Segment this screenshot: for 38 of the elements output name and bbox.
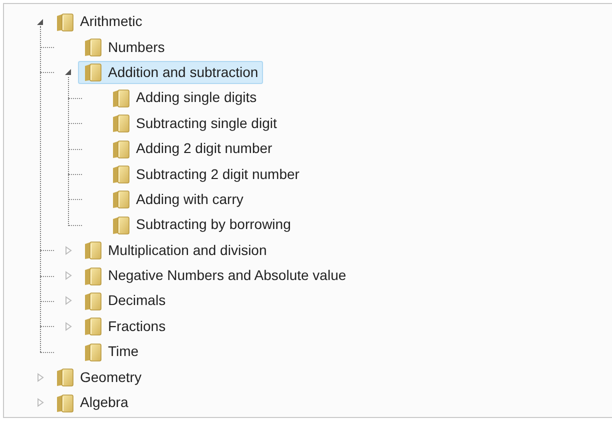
folder-icon	[111, 214, 131, 235]
folder-icon	[83, 240, 103, 260]
tree-item[interactable]: Negative Numbers and Absolute value	[78, 264, 352, 288]
folder-icon	[83, 342, 103, 362]
expand-icon[interactable]	[64, 296, 72, 306]
expand-icon[interactable]	[36, 398, 44, 408]
tree-item[interactable]: Adding 2 digit number	[106, 137, 278, 160]
tree-item[interactable]: Algebra	[50, 391, 134, 414]
tree-item[interactable]: Subtracting by borrowing	[106, 213, 296, 236]
folder-icon	[55, 12, 75, 32]
expand-icon[interactable]	[64, 246, 72, 255]
folder-icon	[111, 88, 131, 108]
folder-icon	[55, 392, 75, 413]
tree-item[interactable]: Fractions	[78, 314, 171, 338]
tree-item[interactable]: Arithmetic	[50, 10, 148, 34]
folder-icon	[111, 189, 131, 210]
folder-icon	[83, 316, 103, 336]
tree-item[interactable]: Geometry	[50, 366, 146, 389]
folder-icon	[83, 266, 103, 286]
folder-icon	[55, 367, 75, 388]
folder-icon	[83, 290, 103, 311]
tree-item[interactable]: Time	[78, 340, 144, 364]
expand-icon[interactable]	[64, 271, 72, 280]
expand-icon[interactable]	[64, 322, 72, 331]
tree-item[interactable]: Adding single digits	[106, 86, 262, 110]
expand-icon[interactable]	[36, 372, 44, 382]
tree-item[interactable]: Adding with carry	[106, 188, 248, 211]
folder-icon	[111, 164, 131, 184]
folder-icon	[111, 113, 131, 134]
folder-icon	[83, 37, 103, 58]
folder-icon	[83, 62, 103, 82]
tree-item[interactable]: Subtracting single digit	[106, 112, 282, 135]
folder-icon	[111, 138, 131, 159]
tree-item[interactable]: Addition and subtraction	[78, 60, 264, 84]
tree-item[interactable]: Decimals	[78, 289, 171, 312]
tree-item[interactable]: Subtracting 2 digit number	[106, 162, 304, 186]
tree-item[interactable]: Numbers	[78, 36, 170, 59]
tree-item[interactable]: Multiplication and division	[78, 238, 272, 262]
